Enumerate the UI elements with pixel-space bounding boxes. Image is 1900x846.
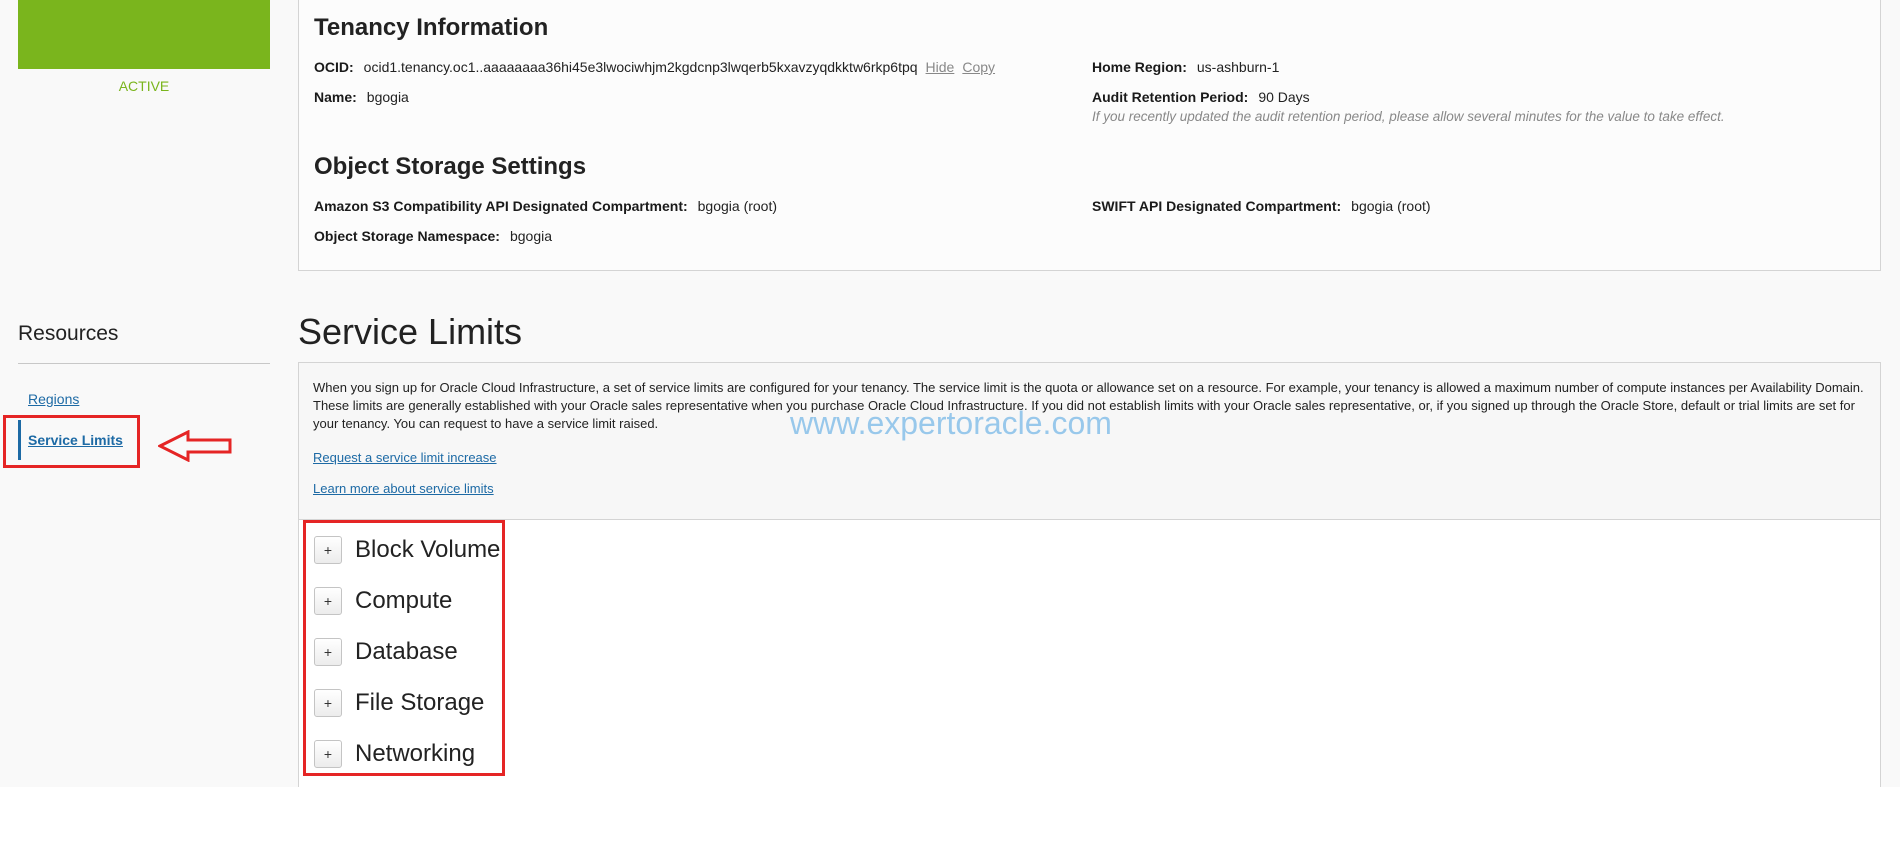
swift-compartment-row: SWIFT API Designated Compartment: bgogia … [1092,198,1431,214]
annotation-highlight-box [303,520,505,776]
tenancy-details-panel: Tenancy Information OCID: ocid1.tenancy.o… [298,0,1881,271]
ocid-copy-link[interactable]: Copy [962,59,995,75]
service-limits-title: Service Limits [298,311,523,352]
swift-compartment-label: SWIFT API Designated Compartment: [1092,198,1342,214]
name-label: Name: [314,89,357,105]
swift-compartment-value: bgogia (root) [1351,198,1431,214]
annotation-highlight-box [3,415,140,468]
namespace-label: Object Storage Namespace: [314,228,500,244]
tenancy-status-badge [18,0,270,69]
status-label: ACTIVE [118,78,170,94]
audit-retention-value: 90 Days [1258,89,1310,105]
home-region-label: Home Region: [1092,59,1187,75]
resources-divider [18,363,270,364]
tenancy-info-title: Tenancy Information [314,14,549,41]
ocid-value: ocid1.tenancy.oc1..aaaaaaaa36hi45e3lwoci… [363,59,918,75]
audit-retention-label: Audit Retention Period: [1092,89,1249,105]
annotation-arrow-icon [158,430,232,462]
resources-heading: Resources [18,322,119,345]
namespace-row: Object Storage Namespace: bgogia [314,228,552,244]
name-row: Name: bgogia [314,89,409,105]
audit-retention-note: If you recently updated the audit retent… [1092,109,1725,124]
namespace-value: bgogia [509,228,553,244]
main-viewport: ACTIVE Resources Regions Service Limits … [0,0,1900,787]
audit-row: Audit Retention Period: 90 Days [1092,89,1310,105]
home-region-value: us-ashburn-1 [1196,59,1280,75]
watermark: www.expertoracle.com [790,405,1112,441]
ocid-row: OCID: ocid1.tenancy.oc1..aaaaaaaa36hi45e3… [314,59,995,75]
s3-compartment-row: Amazon S3 Compatibility API Designated C… [314,198,777,214]
object-storage-title: Object Storage Settings [314,153,587,180]
s3-compartment-value: bgogia (root) [697,198,778,214]
home-region-row: Home Region: us-ashburn-1 [1092,59,1279,75]
ocid-label: OCID: [314,59,354,75]
s3-compartment-label: Amazon S3 Compatibility API Designated C… [314,198,688,214]
learn-more-limits-link[interactable]: Learn more about service limits [313,481,494,496]
request-limit-increase-link[interactable]: Request a service limit increase [313,450,497,465]
ocid-hide-link[interactable]: Hide [926,59,955,75]
name-value: bgogia [366,89,409,105]
sidebar-item-regions[interactable]: Regions [28,391,79,407]
